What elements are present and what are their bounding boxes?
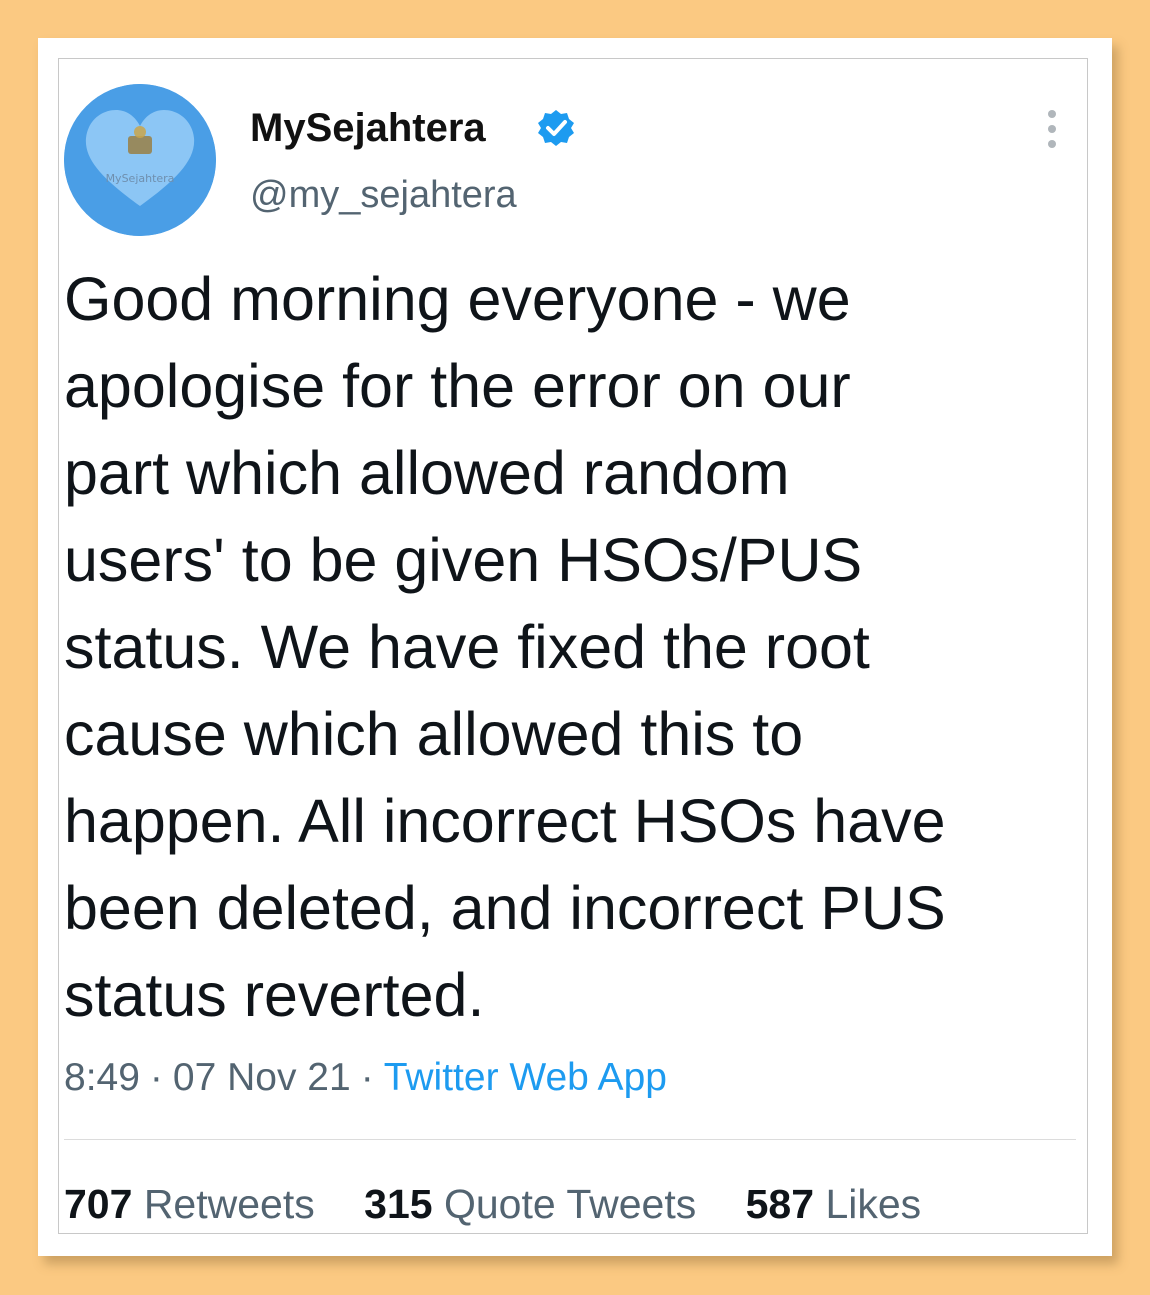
likes-label: Likes bbox=[825, 1181, 922, 1227]
quote-tweets-count: 315 bbox=[364, 1181, 433, 1227]
avatar[interactable]: MySejahtera bbox=[64, 84, 216, 236]
author-display-name[interactable]: MySejahtera bbox=[250, 104, 486, 152]
author-handle[interactable]: @my_sejahtera bbox=[250, 172, 517, 218]
tweet-meta: 8:49 · 07 Nov 21 · Twitter Web App bbox=[64, 1052, 667, 1104]
likes-stat[interactable]: 587 Likes bbox=[746, 1181, 922, 1227]
verified-badge-icon bbox=[538, 110, 574, 146]
avatar-brand-text: MySejahtera bbox=[106, 172, 175, 185]
more-vertical-icon[interactable] bbox=[1040, 108, 1064, 152]
heart-logo-icon: MySejahtera bbox=[64, 84, 216, 236]
tweet-source-link[interactable]: Twitter Web App bbox=[384, 1056, 667, 1099]
quote-tweets-stat[interactable]: 315 Quote Tweets bbox=[364, 1181, 696, 1227]
likes-count: 587 bbox=[745, 1181, 815, 1227]
tweet-text: Good morning everyone - we apologise for… bbox=[64, 265, 946, 1029]
retweets-label: Retweets bbox=[143, 1181, 315, 1227]
divider bbox=[64, 1139, 1076, 1140]
tweet-date[interactable]: 07 Nov 21 bbox=[173, 1056, 351, 1099]
tweet-time[interactable]: 8:49 bbox=[64, 1056, 140, 1099]
engagement-stats: 707 Retweets 315 Quote Tweets 587 Likes bbox=[64, 1178, 921, 1230]
quote-tweets-label: Quote Tweets bbox=[443, 1181, 697, 1227]
meta-separator: · bbox=[360, 1056, 374, 1099]
retweets-count: 707 bbox=[64, 1181, 133, 1227]
retweets-stat[interactable]: 707 Retweets bbox=[64, 1181, 315, 1227]
meta-separator: · bbox=[149, 1056, 163, 1099]
